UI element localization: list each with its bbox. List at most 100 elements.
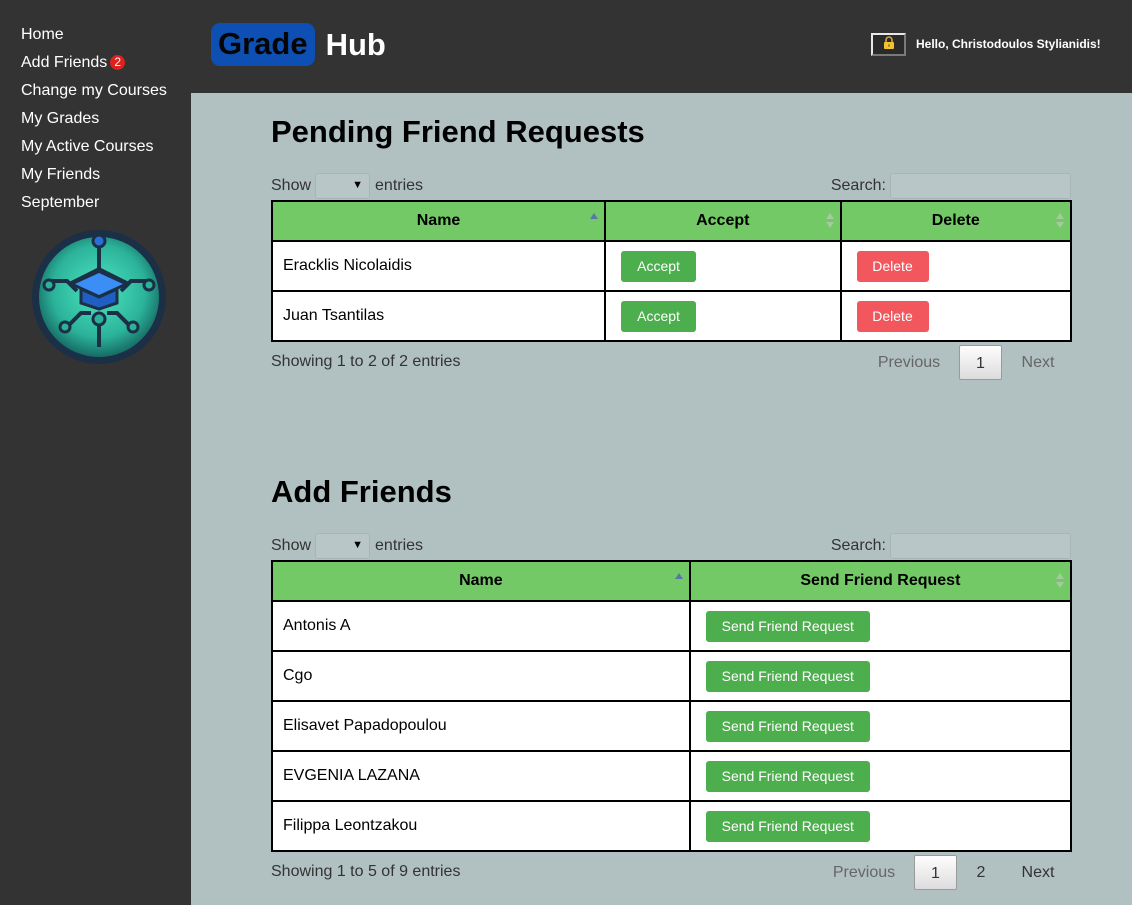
action-cell: Send Friend Request <box>688 650 1073 702</box>
add-friends-pagination: Previous 1 2 Next <box>821 855 1071 890</box>
column-header-label: Name <box>416 212 461 229</box>
add-friends-title: Add Friends <box>271 474 452 509</box>
column-header-label: Accept <box>696 212 750 229</box>
friend-name: Eracklis Nicolaidis <box>270 240 607 292</box>
table-row: Elisavet Papadopoulou Send Friend Reques… <box>271 700 1073 752</box>
page-length-control: Show ▼ entries <box>271 533 423 559</box>
page-length-control: Show ▼ entries <box>271 173 423 199</box>
column-header-name[interactable]: Name <box>270 200 607 242</box>
page-button-1[interactable]: 1 <box>959 345 1002 380</box>
sidebar-item-home[interactable]: Home <box>0 21 191 49</box>
pending-requests-title: Pending Friend Requests <box>271 114 645 149</box>
page-button-1[interactable]: 1 <box>914 855 957 890</box>
delete-button[interactable]: Delete <box>856 250 929 282</box>
column-header-label: Send Friend Request <box>800 572 961 589</box>
show-label: Show <box>271 177 312 194</box>
sidebar-item-label: Home <box>21 26 64 43</box>
column-header-name[interactable]: Name <box>271 560 691 602</box>
delete-cell: Delete <box>839 290 1072 342</box>
table-header-row: Name Accept Delete <box>270 200 1072 242</box>
accept-button[interactable]: Accept <box>621 250 697 282</box>
user-name: EVGENIA LAZANA <box>271 750 691 802</box>
sidebar-item-label: My Active Courses <box>21 138 154 155</box>
sort-ascending-icon <box>590 213 599 229</box>
action-cell: Send Friend Request <box>688 700 1073 752</box>
previous-page-button[interactable]: Previous <box>821 855 907 890</box>
next-page-button[interactable]: Next <box>1005 855 1071 890</box>
sidebar-item-label: September <box>21 194 100 211</box>
sidebar-item-label: Add Friends <box>21 54 108 71</box>
brand-logo[interactable]: Grade Hub <box>211 23 386 66</box>
send-friend-request-button[interactable]: Send Friend Request <box>705 610 870 642</box>
accept-cell: Accept <box>604 240 842 292</box>
add-friends-table: Name Send Friend Request Antonis A Send … <box>271 560 1073 852</box>
search-input[interactable] <box>890 533 1071 559</box>
column-header-label: Name <box>459 572 503 589</box>
next-page-button[interactable]: Next <box>1002 345 1074 380</box>
accept-button[interactable]: Accept <box>621 300 697 332</box>
search-label: Search: <box>830 537 886 554</box>
send-friend-request-button[interactable]: Send Friend Request <box>705 660 870 692</box>
table-row: Juan Tsantilas Accept Delete <box>270 290 1072 342</box>
send-friend-request-button[interactable]: Send Friend Request <box>705 810 870 842</box>
sidebar-item-my-grades[interactable]: My Grades <box>0 105 191 133</box>
table-search: Search: <box>831 533 1071 559</box>
action-cell: Send Friend Request <box>688 750 1073 802</box>
table-search: Search: <box>831 173 1071 199</box>
friend-name: Juan Tsantilas <box>270 290 607 342</box>
sort-icon <box>825 213 834 229</box>
notification-badge: 2 <box>110 55 126 70</box>
sidebar-item-label: My Friends <box>21 166 101 183</box>
add-friends-table-info: Showing 1 to 5 of 9 entries <box>271 863 461 880</box>
table-row: Cgo Send Friend Request <box>271 650 1073 702</box>
entries-label: entries <box>375 537 424 554</box>
show-label: Show <box>271 537 312 554</box>
brand-grade-text: Grade <box>211 23 315 66</box>
user-name: Elisavet Papadopoulou <box>271 700 691 752</box>
sort-icon <box>1056 573 1064 589</box>
column-header-delete[interactable]: Delete <box>839 200 1072 242</box>
sidebar-item-change-courses[interactable]: Change my Courses <box>0 77 191 105</box>
sidebar-item-my-friends[interactable]: My Friends <box>0 161 191 189</box>
user-greeting: Hello, Christodoulos Stylianidis! <box>916 37 1101 51</box>
accept-cell: Accept <box>604 290 842 342</box>
pending-table-controls: Show ▼ entries Search: <box>271 173 1071 199</box>
chevron-down-icon: ▼ <box>352 179 364 191</box>
sidebar: Home Add Friends 2 Change my Courses My G… <box>0 0 191 905</box>
add-friends-table-controls: Show ▼ entries Search: <box>271 533 1071 559</box>
delete-button[interactable]: Delete <box>856 300 929 332</box>
send-friend-request-button[interactable]: Send Friend Request <box>705 760 870 792</box>
column-header-send-request[interactable]: Send Friend Request <box>688 560 1073 602</box>
brand-hub-text: Hub <box>325 26 386 62</box>
column-header-label: Delete <box>931 212 980 229</box>
user-name: Antonis A <box>271 600 691 652</box>
action-cell: Send Friend Request <box>688 800 1073 852</box>
action-cell: Send Friend Request <box>688 600 1073 652</box>
pending-requests-table: Name Accept Delete Eracklis Nicolaidis A… <box>270 200 1072 342</box>
top-header: Grade Hub Hello, Christodoulos Stylianid… <box>191 0 1132 93</box>
entries-select[interactable]: ▼ <box>315 533 371 559</box>
table-row: Eracklis Nicolaidis Accept Delete <box>270 240 1072 292</box>
column-header-accept[interactable]: Accept <box>604 200 842 242</box>
entries-label: entries <box>375 177 424 194</box>
lock-icon <box>883 35 895 54</box>
table-header-row: Name Send Friend Request <box>271 560 1073 602</box>
user-name: Cgo <box>271 650 691 702</box>
send-friend-request-button[interactable]: Send Friend Request <box>705 710 870 742</box>
sidebar-item-add-friends[interactable]: Add Friends 2 <box>0 49 191 77</box>
search-input[interactable] <box>890 173 1071 199</box>
delete-cell: Delete <box>839 240 1072 292</box>
sidebar-item-active-courses[interactable]: My Active Courses <box>0 133 191 161</box>
table-row: Filippa Leontzakou Send Friend Request <box>271 800 1073 852</box>
entries-select[interactable]: ▼ <box>315 173 371 199</box>
sidebar-item-label: My Grades <box>21 110 100 127</box>
chevron-down-icon: ▼ <box>352 539 364 551</box>
sort-icon <box>1056 213 1064 229</box>
search-label: Search: <box>830 177 886 194</box>
logout-button[interactable] <box>871 33 906 56</box>
sidebar-item-label: Change my Courses <box>21 82 167 99</box>
previous-page-button[interactable]: Previous <box>866 345 952 380</box>
pending-pagination: Previous 1 Next <box>866 345 1074 380</box>
page-button-2[interactable]: 2 <box>957 855 1005 890</box>
sidebar-item-september[interactable]: September <box>0 189 191 217</box>
